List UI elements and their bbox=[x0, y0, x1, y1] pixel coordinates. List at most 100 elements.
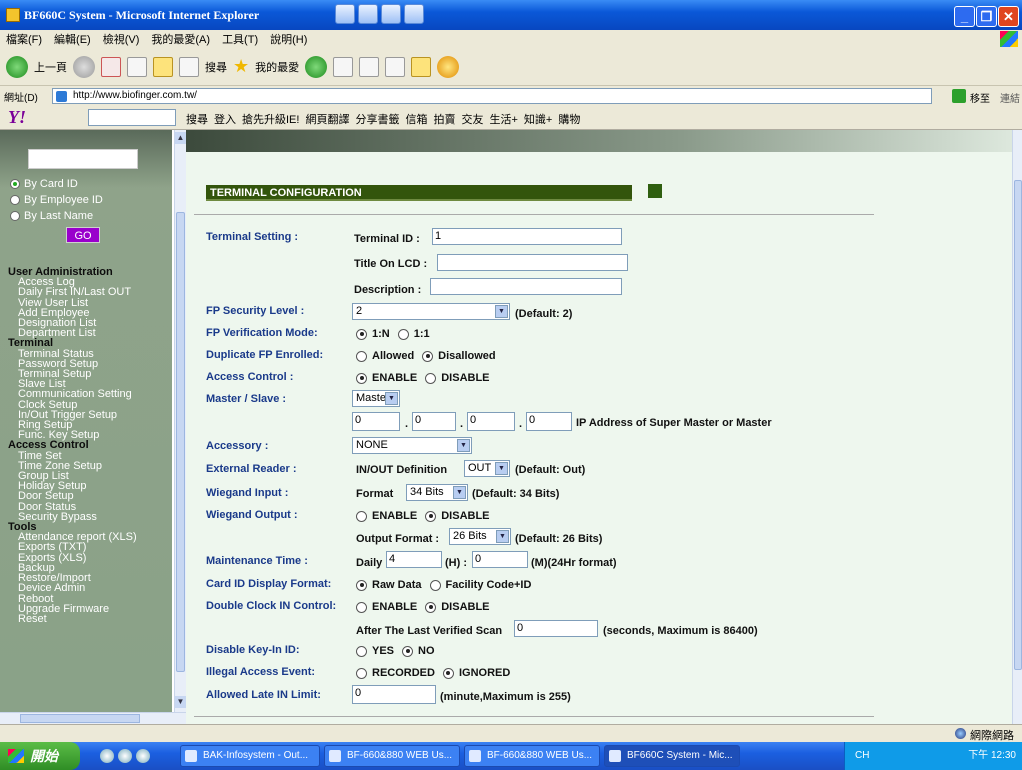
wiegand-out-select[interactable]: 26 Bits ▼ bbox=[449, 528, 511, 545]
home-icon[interactable] bbox=[153, 56, 173, 77]
maintenance-hour-input[interactable]: 4 bbox=[386, 551, 442, 568]
menu-help[interactable]: 說明(H) bbox=[270, 31, 307, 47]
radio-by-last-name[interactable]: By Last Name bbox=[10, 210, 93, 222]
folder-icon[interactable] bbox=[411, 56, 432, 77]
radio-by-card-id[interactable]: By Card ID bbox=[10, 178, 78, 190]
yahoo-toolbar-item[interactable]: 拍賣 bbox=[433, 111, 455, 127]
refresh-icon[interactable] bbox=[127, 56, 147, 77]
edit-icon[interactable] bbox=[385, 56, 406, 77]
yahoo-toolbar-item[interactable]: 信箱 bbox=[405, 111, 427, 127]
title-lcd-input[interactable] bbox=[437, 254, 628, 271]
print-icon[interactable] bbox=[359, 56, 380, 77]
sidebar-nav-link[interactable]: Reset bbox=[10, 613, 172, 624]
ip-octet-2[interactable]: 0 bbox=[412, 412, 456, 431]
radio-icon[interactable] bbox=[10, 211, 20, 221]
history-icon[interactable] bbox=[305, 55, 328, 78]
fp-security-select[interactable]: 2 ▼ bbox=[352, 303, 510, 320]
start-button[interactable]: 開始 bbox=[0, 742, 80, 770]
radio-allowed[interactable] bbox=[356, 350, 367, 362]
sidebar-nav-link[interactable]: Device Admin bbox=[10, 583, 172, 594]
radio-enable[interactable] bbox=[356, 372, 367, 384]
quicklaunch-browser-icon[interactable] bbox=[136, 749, 150, 763]
stop-icon[interactable] bbox=[101, 56, 121, 77]
chevron-down-icon[interactable]: ▼ bbox=[457, 439, 470, 452]
go-button[interactable]: 移至 bbox=[970, 90, 990, 105]
tray-lang[interactable]: CH bbox=[855, 750, 869, 761]
yahoo-toolbar-item[interactable]: 交友 bbox=[461, 111, 483, 127]
radio-disable[interactable] bbox=[425, 601, 437, 613]
back-arrow-icon[interactable] bbox=[6, 55, 28, 78]
scroll-up-icon[interactable]: ▲ bbox=[175, 132, 186, 144]
search-button[interactable]: 搜尋 bbox=[205, 59, 227, 75]
minimize-button[interactable]: _ bbox=[954, 6, 975, 27]
late-in-input[interactable]: 0 bbox=[352, 685, 436, 704]
yahoo-toolbar-item[interactable]: 知識+ bbox=[524, 111, 552, 127]
address-input[interactable]: http://www.biofinger.com.tw/ bbox=[52, 88, 932, 104]
yahoo-toolbar-item[interactable]: 網頁翻譯 bbox=[305, 111, 349, 127]
radio-ignored[interactable] bbox=[442, 667, 454, 679]
wiegand-in-select[interactable]: 34 Bits ▼ bbox=[406, 484, 468, 501]
maintenance-minute-input[interactable]: 0 bbox=[472, 551, 528, 568]
back-button[interactable]: 上一頁 bbox=[34, 59, 67, 75]
menu-file[interactable]: 檔案(F) bbox=[6, 31, 42, 47]
yahoo-toolbar-item[interactable]: 生活+ bbox=[489, 111, 517, 127]
go-arrow-icon[interactable] bbox=[952, 89, 966, 103]
menu-edit[interactable]: 編輯(E) bbox=[54, 31, 91, 47]
yahoo-toolbar-item[interactable]: 購物 bbox=[558, 111, 580, 127]
chevron-down-icon[interactable]: ▼ bbox=[385, 392, 398, 405]
taskbar-item[interactable]: BAK-Infosystem - Out... bbox=[180, 745, 320, 767]
maximize-button[interactable]: ❐ bbox=[976, 6, 997, 27]
radio-icon[interactable] bbox=[10, 179, 20, 189]
radio-no[interactable] bbox=[402, 645, 414, 657]
radio-1n[interactable] bbox=[356, 328, 367, 340]
chevron-down-icon[interactable]: ▼ bbox=[496, 530, 509, 543]
yahoo-toolbar-item[interactable]: 分享書籤 bbox=[355, 111, 399, 127]
menu-favorites[interactable]: 我的最愛(A) bbox=[151, 31, 210, 47]
scroll-down-icon[interactable]: ▼ bbox=[175, 696, 186, 708]
scroll-thumb[interactable] bbox=[1014, 180, 1022, 670]
quick-tool-icon[interactable] bbox=[335, 4, 355, 24]
search-icon[interactable] bbox=[179, 56, 199, 77]
ip-octet-4[interactable]: 0 bbox=[526, 412, 572, 431]
quick-tool-icon[interactable] bbox=[358, 4, 378, 24]
master-slave-select[interactable]: Master ▼ bbox=[352, 390, 400, 407]
accessory-select[interactable]: NONE ▼ bbox=[352, 437, 472, 454]
menu-view[interactable]: 檢視(V) bbox=[103, 31, 140, 47]
yahoo-toolbar-item[interactable]: 登入 bbox=[214, 111, 236, 127]
radio-disable[interactable] bbox=[425, 510, 437, 522]
radio-yes[interactable] bbox=[356, 645, 367, 657]
terminal-id-input[interactable]: 1 bbox=[432, 228, 622, 245]
scroll-thumb[interactable] bbox=[20, 714, 140, 723]
quick-tool-icon[interactable] bbox=[381, 4, 401, 24]
description-input[interactable] bbox=[430, 278, 622, 295]
radio-disable[interactable] bbox=[425, 372, 437, 384]
radio-raw-data[interactable] bbox=[356, 579, 367, 591]
sidebar-scrollbar[interactable]: ▲ ▼ bbox=[174, 130, 186, 712]
yahoo-search-input[interactable] bbox=[88, 109, 176, 126]
favorites-star-icon[interactable]: ★ bbox=[233, 56, 249, 77]
ext-reader-select[interactable]: OUT ▼ bbox=[464, 460, 510, 477]
taskbar-item[interactable]: BF660C System - Mic... bbox=[604, 745, 740, 767]
menu-tools[interactable]: 工具(T) bbox=[222, 31, 258, 47]
chevron-down-icon[interactable]: ▼ bbox=[495, 462, 508, 475]
radio-icon[interactable] bbox=[10, 195, 20, 205]
search-input[interactable] bbox=[28, 149, 138, 169]
radio-by-employee-id[interactable]: By Employee ID bbox=[10, 194, 103, 206]
sidebar-hscrollbar[interactable] bbox=[0, 712, 186, 724]
radio-recorded[interactable] bbox=[356, 667, 367, 679]
radio-enable[interactable] bbox=[356, 510, 367, 522]
radio-enable[interactable] bbox=[356, 601, 367, 613]
yahoo-toolbar-item[interactable]: 搜尋 bbox=[186, 111, 208, 127]
forward-arrow-icon[interactable] bbox=[73, 55, 95, 78]
links-button[interactable]: 連結 bbox=[1000, 90, 1020, 105]
messenger-icon[interactable] bbox=[437, 55, 460, 78]
radio-11[interactable] bbox=[397, 328, 409, 340]
quicklaunch-ie-icon[interactable] bbox=[100, 749, 114, 763]
main-scrollbar[interactable] bbox=[1012, 130, 1022, 724]
yahoo-logo[interactable]: Y! bbox=[8, 107, 26, 128]
favorites-button[interactable]: 我的最愛 bbox=[255, 59, 299, 75]
mail-icon[interactable] bbox=[333, 56, 354, 77]
quicklaunch-desktop-icon[interactable] bbox=[118, 749, 132, 763]
quick-tool-icon[interactable] bbox=[404, 4, 424, 24]
chevron-down-icon[interactable]: ▼ bbox=[453, 486, 466, 499]
